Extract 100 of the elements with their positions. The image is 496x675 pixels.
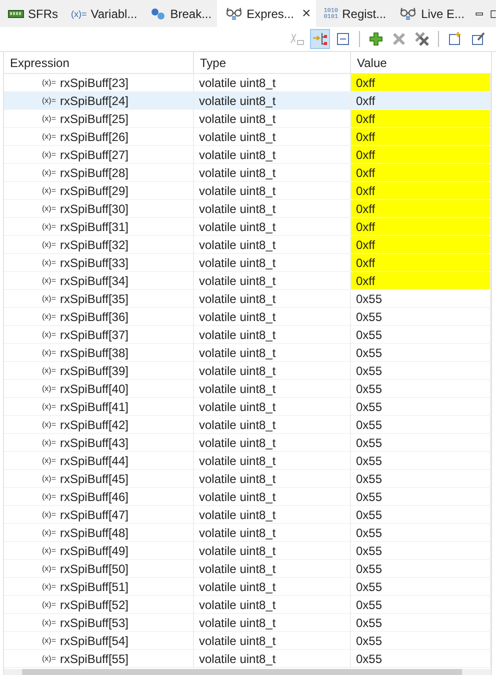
expression-cell: rxSpiBuff[44] bbox=[60, 454, 128, 468]
type-cell: volatile uint8_t bbox=[199, 94, 276, 108]
arrow-tree-icon[interactable] bbox=[310, 29, 330, 49]
expression-cell: rxSpiBuff[42] bbox=[60, 418, 128, 432]
expression-cell: rxSpiBuff[35] bbox=[60, 292, 128, 306]
scrollbar-thumb[interactable] bbox=[22, 669, 462, 675]
type-cell: volatile uint8_t bbox=[199, 148, 276, 162]
variable-icon: (x)= bbox=[71, 8, 87, 18]
value-cell: 0x55 bbox=[351, 362, 491, 380]
expression-cell: rxSpiBuff[28] bbox=[60, 166, 128, 180]
value-cell: 0xff bbox=[351, 128, 491, 146]
variable-icon: (x)= bbox=[42, 222, 56, 231]
variable-icon: (x)= bbox=[42, 528, 56, 537]
dots-icon bbox=[150, 8, 166, 20]
value-cell: 0xff bbox=[351, 182, 491, 200]
value-cell: 0xff bbox=[351, 254, 491, 272]
variable-icon: (x)= bbox=[42, 168, 56, 177]
maximize-icon[interactable] bbox=[490, 8, 496, 20]
type-cell: volatile uint8_t bbox=[199, 112, 276, 126]
view-tab[interactable]: (x)= Variabl... bbox=[63, 0, 142, 27]
value-cell: 0x55 bbox=[351, 344, 491, 362]
type-cell: volatile uint8_t bbox=[199, 544, 276, 558]
expression-cell: rxSpiBuff[43] bbox=[60, 436, 128, 450]
variable-icon: (x)= bbox=[42, 582, 56, 591]
value-cell: 0xff bbox=[351, 164, 491, 182]
expression-cell: rxSpiBuff[45] bbox=[60, 472, 128, 486]
variable-icon: (x)= bbox=[42, 312, 56, 321]
expression-cell: rxSpiBuff[36] bbox=[60, 310, 128, 324]
variable-icon: (x)= bbox=[42, 384, 56, 393]
variable-icon: (x)= bbox=[42, 546, 56, 555]
glasses-icon bbox=[399, 6, 418, 20]
variable-icon: (x)= bbox=[42, 564, 56, 573]
variable-icon: (x)= bbox=[42, 204, 56, 213]
variable-icon: (x)= bbox=[42, 258, 56, 267]
type-cell: volatile uint8_t bbox=[199, 418, 276, 432]
column-header[interactable]: Expression bbox=[4, 52, 194, 73]
column-header[interactable]: Type bbox=[194, 52, 351, 73]
expression-cell: rxSpiBuff[52] bbox=[60, 598, 128, 612]
value-cell: 0x55 bbox=[351, 650, 491, 668]
value-cell: 0xff bbox=[351, 74, 491, 92]
expression-cell: rxSpiBuff[30] bbox=[60, 202, 128, 216]
value-cell: 0x55 bbox=[351, 308, 491, 326]
type-cell: volatile uint8_t bbox=[199, 310, 276, 324]
variable-icon: (x)= bbox=[42, 366, 56, 375]
expression-cell: rxSpiBuff[55] bbox=[60, 652, 128, 666]
variable-icon: (x)= bbox=[42, 330, 56, 339]
variable-icon: (x)= bbox=[42, 294, 56, 303]
variable-icon: (x)= bbox=[42, 240, 56, 249]
variable-icon: (x)= bbox=[42, 654, 56, 663]
expression-cell: rxSpiBuff[29] bbox=[60, 184, 128, 198]
variable-icon: (x)= bbox=[42, 402, 56, 411]
glasses-icon bbox=[224, 6, 243, 20]
variable-icon: (x)= bbox=[42, 114, 56, 123]
type-cell: volatile uint8_t bbox=[199, 454, 276, 468]
view-tab[interactable]: Break... bbox=[142, 0, 217, 27]
variable-icon: (x)= bbox=[42, 474, 56, 483]
variable-icon: (x)= bbox=[42, 420, 56, 429]
value-cell: 0x55 bbox=[351, 614, 491, 632]
expression-cell: rxSpiBuff[27] bbox=[60, 148, 128, 162]
value-cell: 0x55 bbox=[351, 524, 491, 542]
close-icon[interactable]: × bbox=[302, 5, 311, 22]
expression-cell: rxSpiBuff[49] bbox=[60, 544, 128, 558]
type-cell: volatile uint8_t bbox=[199, 76, 276, 90]
chip-icon bbox=[8, 8, 24, 18]
view-tab[interactable]: SFRs bbox=[0, 0, 63, 27]
view-tab[interactable]: Live E... bbox=[391, 0, 470, 27]
type-cell: volatile uint8_t bbox=[199, 166, 276, 180]
value-cell: 0xff bbox=[351, 236, 491, 254]
value-cell: 0x55 bbox=[351, 506, 491, 524]
expression-cell: rxSpiBuff[47] bbox=[60, 508, 128, 522]
variable-icon: (x)= bbox=[42, 150, 56, 159]
type-cell: volatile uint8_t bbox=[199, 202, 276, 216]
variable-icon: (x)= bbox=[42, 510, 56, 519]
type-cell: volatile uint8_t bbox=[199, 472, 276, 486]
variable-icon: (x)= bbox=[42, 600, 56, 609]
variable-icon: (x)= bbox=[42, 492, 56, 501]
expression-cell: rxSpiBuff[46] bbox=[60, 490, 128, 504]
type-cell: volatile uint8_t bbox=[199, 346, 276, 360]
value-cell: 0x55 bbox=[351, 398, 491, 416]
type-cell: volatile uint8_t bbox=[199, 292, 276, 306]
type-cell: volatile uint8_t bbox=[199, 634, 276, 648]
expression-cell: rxSpiBuff[38] bbox=[60, 346, 128, 360]
type-cell: volatile uint8_t bbox=[199, 652, 276, 666]
value-cell: 0x55 bbox=[351, 326, 491, 344]
expression-cell: rxSpiBuff[50] bbox=[60, 562, 128, 576]
expression-cell: rxSpiBuff[53] bbox=[60, 616, 128, 630]
view-tab[interactable]: Expres... × bbox=[216, 0, 316, 27]
column-header[interactable]: Value bbox=[351, 52, 491, 73]
type-cell: volatile uint8_t bbox=[199, 256, 276, 270]
expression-cell: rxSpiBuff[25] bbox=[60, 112, 128, 126]
expression-cell: rxSpiBuff[40] bbox=[60, 382, 128, 396]
value-cell: 0x55 bbox=[351, 416, 491, 434]
variable-icon: (x)= bbox=[42, 96, 56, 105]
expression-cell: rxSpiBuff[37] bbox=[60, 328, 128, 342]
value-cell: 0x55 bbox=[351, 434, 491, 452]
type-cell: volatile uint8_t bbox=[199, 562, 276, 576]
value-cell: 0xff bbox=[351, 110, 491, 128]
value-cell: 0xff bbox=[351, 218, 491, 236]
type-cell: volatile uint8_t bbox=[199, 184, 276, 198]
type-cell: volatile uint8_t bbox=[199, 526, 276, 540]
